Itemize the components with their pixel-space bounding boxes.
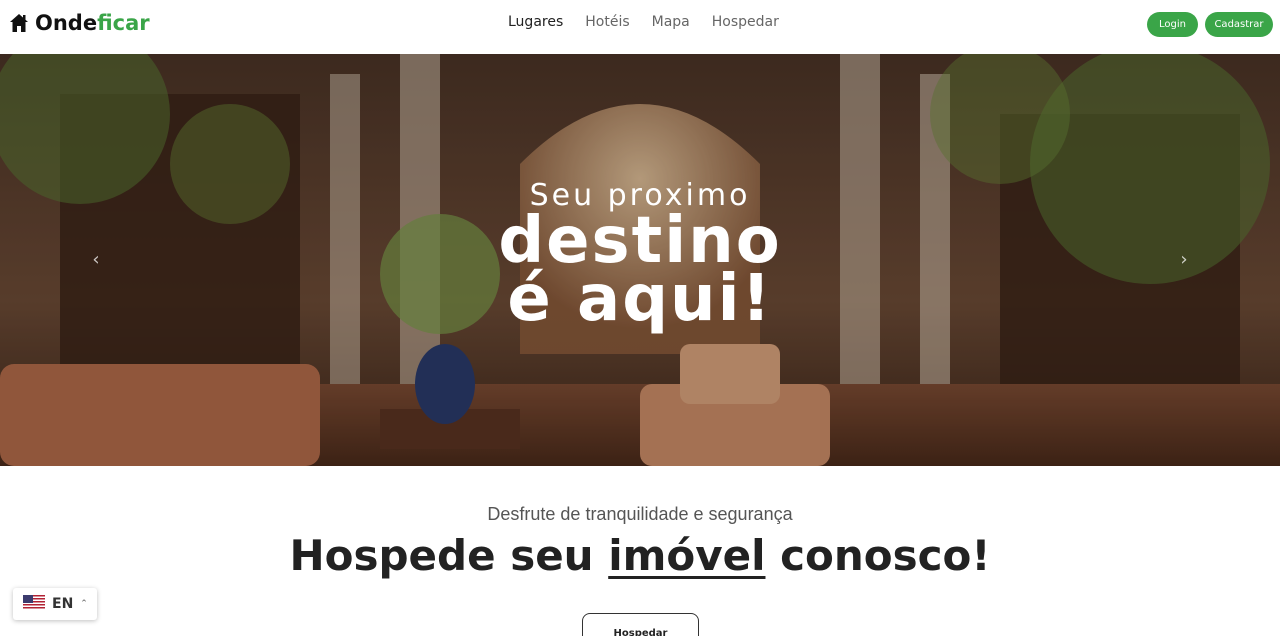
language-switcher[interactable]: EN ⌃ <box>13 588 97 620</box>
nav-item-mapa[interactable]: Mapa <box>652 13 690 31</box>
language-code: EN <box>52 596 74 612</box>
section-headline: Hospede seu imóvel conosco! <box>0 530 1280 582</box>
chevron-left-icon[interactable]: ‹ <box>88 250 104 270</box>
caret-up-icon: ⌃ <box>80 599 88 609</box>
headline-part2: conosco! <box>765 531 991 580</box>
signup-button[interactable]: Cadastrar <box>1205 12 1273 37</box>
hero-title-line2: é aqui! <box>507 262 773 336</box>
main-nav: Lugares Hotéis Mapa Hospedar <box>508 13 779 31</box>
navbar: Ondeficar Lugares Hotéis Mapa Hospedar L… <box>0 0 1280 54</box>
hero-carousel: Seu proximo destino é aqui! ‹ › <box>0 54 1280 466</box>
hospedar-button[interactable]: Hospedar <box>582 613 699 636</box>
house-icon <box>9 13 29 33</box>
nav-item-hoteis[interactable]: Hotéis <box>585 13 629 31</box>
chevron-right-icon[interactable]: › <box>1176 250 1192 270</box>
us-flag-icon <box>23 594 45 614</box>
nav-item-hospedar[interactable]: Hospedar <box>712 13 779 31</box>
brand-name: Ondeficar <box>35 11 150 35</box>
hero-caption: Seu proximo destino é aqui! <box>0 54 1280 466</box>
section-subtitle: Desfrute de tranquilidade e segurança <box>487 504 793 524</box>
headline-part1: Hospede seu <box>289 531 609 580</box>
nav-item-lugares[interactable]: Lugares <box>508 13 563 31</box>
login-button[interactable]: Login <box>1147 12 1198 37</box>
brand-logo[interactable]: Ondeficar <box>9 9 150 37</box>
headline-emphasis: imóvel <box>608 531 766 580</box>
